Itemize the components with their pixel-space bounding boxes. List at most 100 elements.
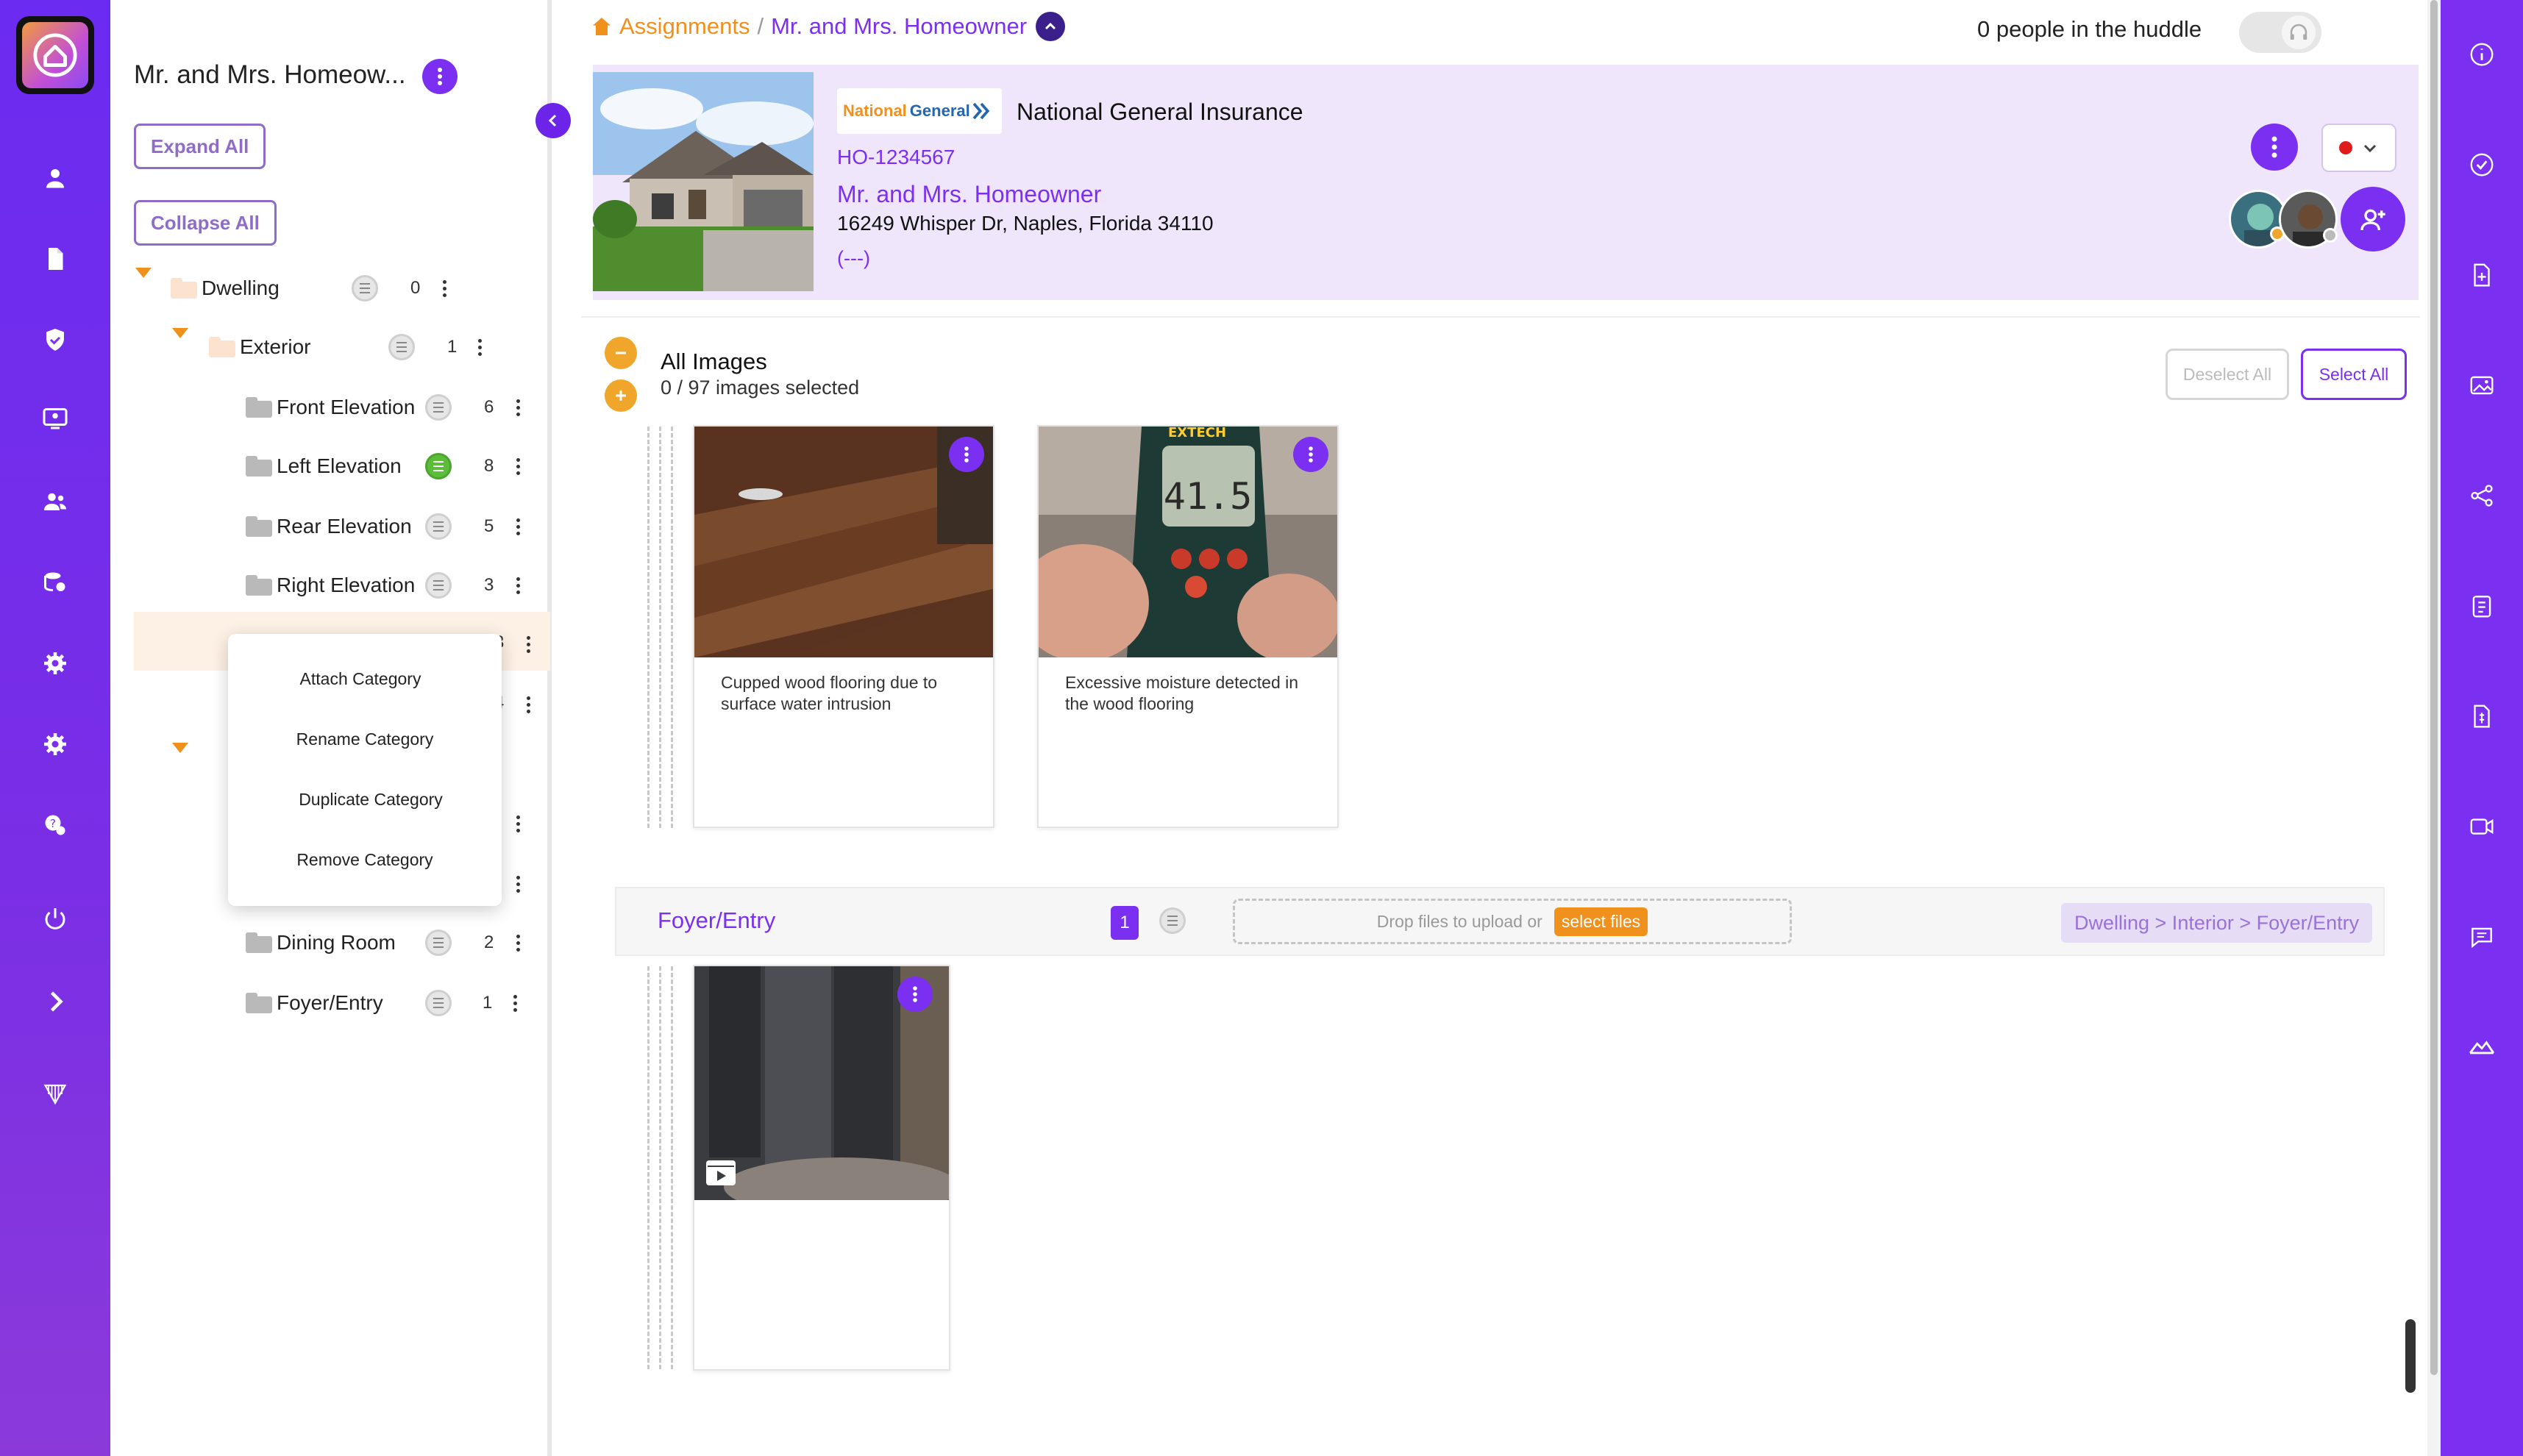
image-more-button[interactable] (949, 437, 984, 472)
policy-number[interactable]: HO-1234567 (837, 146, 955, 169)
content-scrollbar[interactable] (2405, 1319, 2416, 1393)
tree-item-dining-room[interactable]: Dining Room (246, 913, 396, 972)
tree-item-front-elevation[interactable]: Front Elevation (246, 378, 415, 437)
more-vertical-icon[interactable] (510, 393, 525, 422)
breadcrumb-assignments[interactable]: Assignments (619, 13, 750, 40)
notes-icon[interactable] (425, 572, 452, 599)
document-icon[interactable] (33, 237, 77, 281)
all-images-title: All Images (661, 349, 767, 374)
more-vertical-icon[interactable] (510, 571, 525, 600)
more-vertical-icon[interactable] (521, 629, 535, 659)
collapse-sidebar-button[interactable] (535, 103, 571, 138)
images-icon[interactable] (2460, 363, 2504, 407)
user-icon[interactable] (33, 156, 77, 200)
more-vertical-icon[interactable] (510, 928, 525, 957)
select-files-button[interactable]: select files (1554, 907, 1648, 936)
property-photo[interactable] (593, 72, 814, 291)
tree-item-label: Rear Elevation (277, 515, 412, 538)
expand-all-button[interactable]: Expand All (134, 124, 266, 169)
app-logo[interactable] (16, 16, 94, 94)
file-plus-icon[interactable] (2460, 253, 2504, 297)
clipboard-icon[interactable] (2460, 584, 2504, 628)
power-icon[interactable] (33, 897, 77, 941)
roof-icon[interactable] (2460, 1025, 2504, 1069)
claim-more-button[interactable] (2251, 124, 2298, 171)
video-icon[interactable] (2460, 804, 2504, 849)
image-thumbnail[interactable]: EXTECH 41.5 (1039, 427, 1337, 657)
check-circle-icon[interactable] (2460, 143, 2504, 187)
tree-guide-line (647, 966, 650, 1369)
users-icon[interactable] (33, 479, 77, 524)
chevron-up-icon[interactable] (1036, 12, 1066, 41)
more-vertical-icon[interactable] (510, 452, 525, 481)
select-all-button[interactable]: Select All (2301, 349, 2407, 400)
database-settings-icon[interactable] (33, 560, 77, 604)
notes-icon[interactable] (425, 929, 452, 956)
more-vertical-icon[interactable] (437, 274, 452, 303)
tree-item-dwelling[interactable]: Dwelling (171, 259, 280, 318)
shield-check-icon[interactable] (33, 318, 77, 362)
expand-all-images-button[interactable] (605, 379, 637, 412)
tree-item-exterior[interactable]: Exterior (209, 318, 310, 377)
home-icon[interactable] (590, 15, 613, 38)
tree-more-button[interactable] (422, 59, 458, 94)
deselect-all-button[interactable]: Deselect All (2166, 349, 2289, 400)
right-tools-rail (2441, 0, 2523, 1456)
video-card[interactable] (693, 965, 950, 1371)
menu-item-rename-category[interactable]: Rename Category (228, 729, 502, 749)
notes-icon[interactable] (352, 275, 378, 301)
caret-down-icon[interactable] (172, 328, 188, 338)
monitor-user-icon[interactable] (33, 397, 77, 441)
video-more-button[interactable] (897, 977, 933, 1012)
gear-alt-icon[interactable] (33, 722, 77, 766)
caret-down-icon[interactable] (172, 743, 188, 753)
caret-down-icon[interactable] (135, 268, 152, 278)
insured-phone[interactable]: (---) (837, 247, 870, 270)
gear-icon[interactable] (33, 641, 77, 685)
collapse-all-images-button[interactable] (605, 337, 637, 369)
info-icon[interactable] (2460, 32, 2504, 76)
file-dollar-icon[interactable] (2460, 694, 2504, 738)
file-drop-zone[interactable]: Drop files to upload or select files (1233, 899, 1792, 944)
more-vertical-icon[interactable] (510, 809, 525, 838)
tree-item-foyer-entry[interactable]: Foyer/Entry (246, 974, 383, 1032)
notes-icon[interactable] (425, 513, 452, 540)
section-title[interactable]: Foyer/Entry (658, 907, 775, 934)
breadcrumb-current: Mr. and Mrs. Homeowner (771, 13, 1028, 39)
notes-icon[interactable] (425, 990, 452, 1016)
more-vertical-icon[interactable] (510, 869, 525, 899)
more-vertical-icon[interactable] (510, 512, 525, 541)
more-vertical-icon[interactable] (521, 690, 535, 719)
notes-icon[interactable] (425, 394, 452, 421)
tree-item-right-elevation[interactable]: Right Elevation (246, 556, 415, 615)
insured-name[interactable]: Mr. and Mrs. Homeowner (837, 181, 1101, 208)
notes-icon[interactable] (388, 334, 415, 360)
page-scrollbar-thumb[interactable] (2430, 0, 2438, 1375)
help-chat-icon[interactable]: ? (33, 803, 77, 847)
collapse-all-button[interactable]: Collapse All (134, 200, 277, 246)
image-card[interactable]: EXTECH 41.5 Excessive moisture detected … (1037, 425, 1339, 828)
tree-item-label: Right Elevation (277, 574, 416, 596)
more-vertical-icon[interactable] (508, 988, 522, 1018)
menu-item-remove-category[interactable]: Remove Category (228, 850, 502, 870)
status-select[interactable] (2321, 124, 2396, 172)
image-more-button[interactable] (1293, 437, 1328, 472)
notes-icon[interactable] (1159, 907, 1186, 934)
add-member-button[interactable] (2341, 187, 2405, 251)
image-thumbnail[interactable] (694, 427, 993, 657)
more-vertical-icon[interactable] (472, 332, 487, 362)
tree-item-count: 2 (484, 932, 494, 952)
notes-icon[interactable] (425, 453, 452, 479)
tree-item-label: Left Elevation (277, 454, 402, 477)
menu-item-attach-category[interactable]: Attach Category (224, 669, 497, 689)
share-icon[interactable] (2460, 474, 2504, 518)
chevron-right-icon[interactable] (33, 979, 77, 1024)
tree-item-left-elevation[interactable]: Left Elevation (246, 437, 402, 496)
huddle-toggle[interactable] (2239, 12, 2321, 53)
tree-item-rear-elevation[interactable]: Rear Elevation (246, 497, 412, 556)
tree-title: Mr. and Mrs. Homeow... (134, 60, 406, 89)
chat-icon[interactable] (2460, 915, 2504, 959)
image-card[interactable]: Cupped wood flooring due to surface wate… (693, 425, 994, 828)
svg-text:?: ? (50, 817, 56, 830)
menu-item-duplicate-category[interactable]: Duplicate Category (234, 790, 508, 810)
